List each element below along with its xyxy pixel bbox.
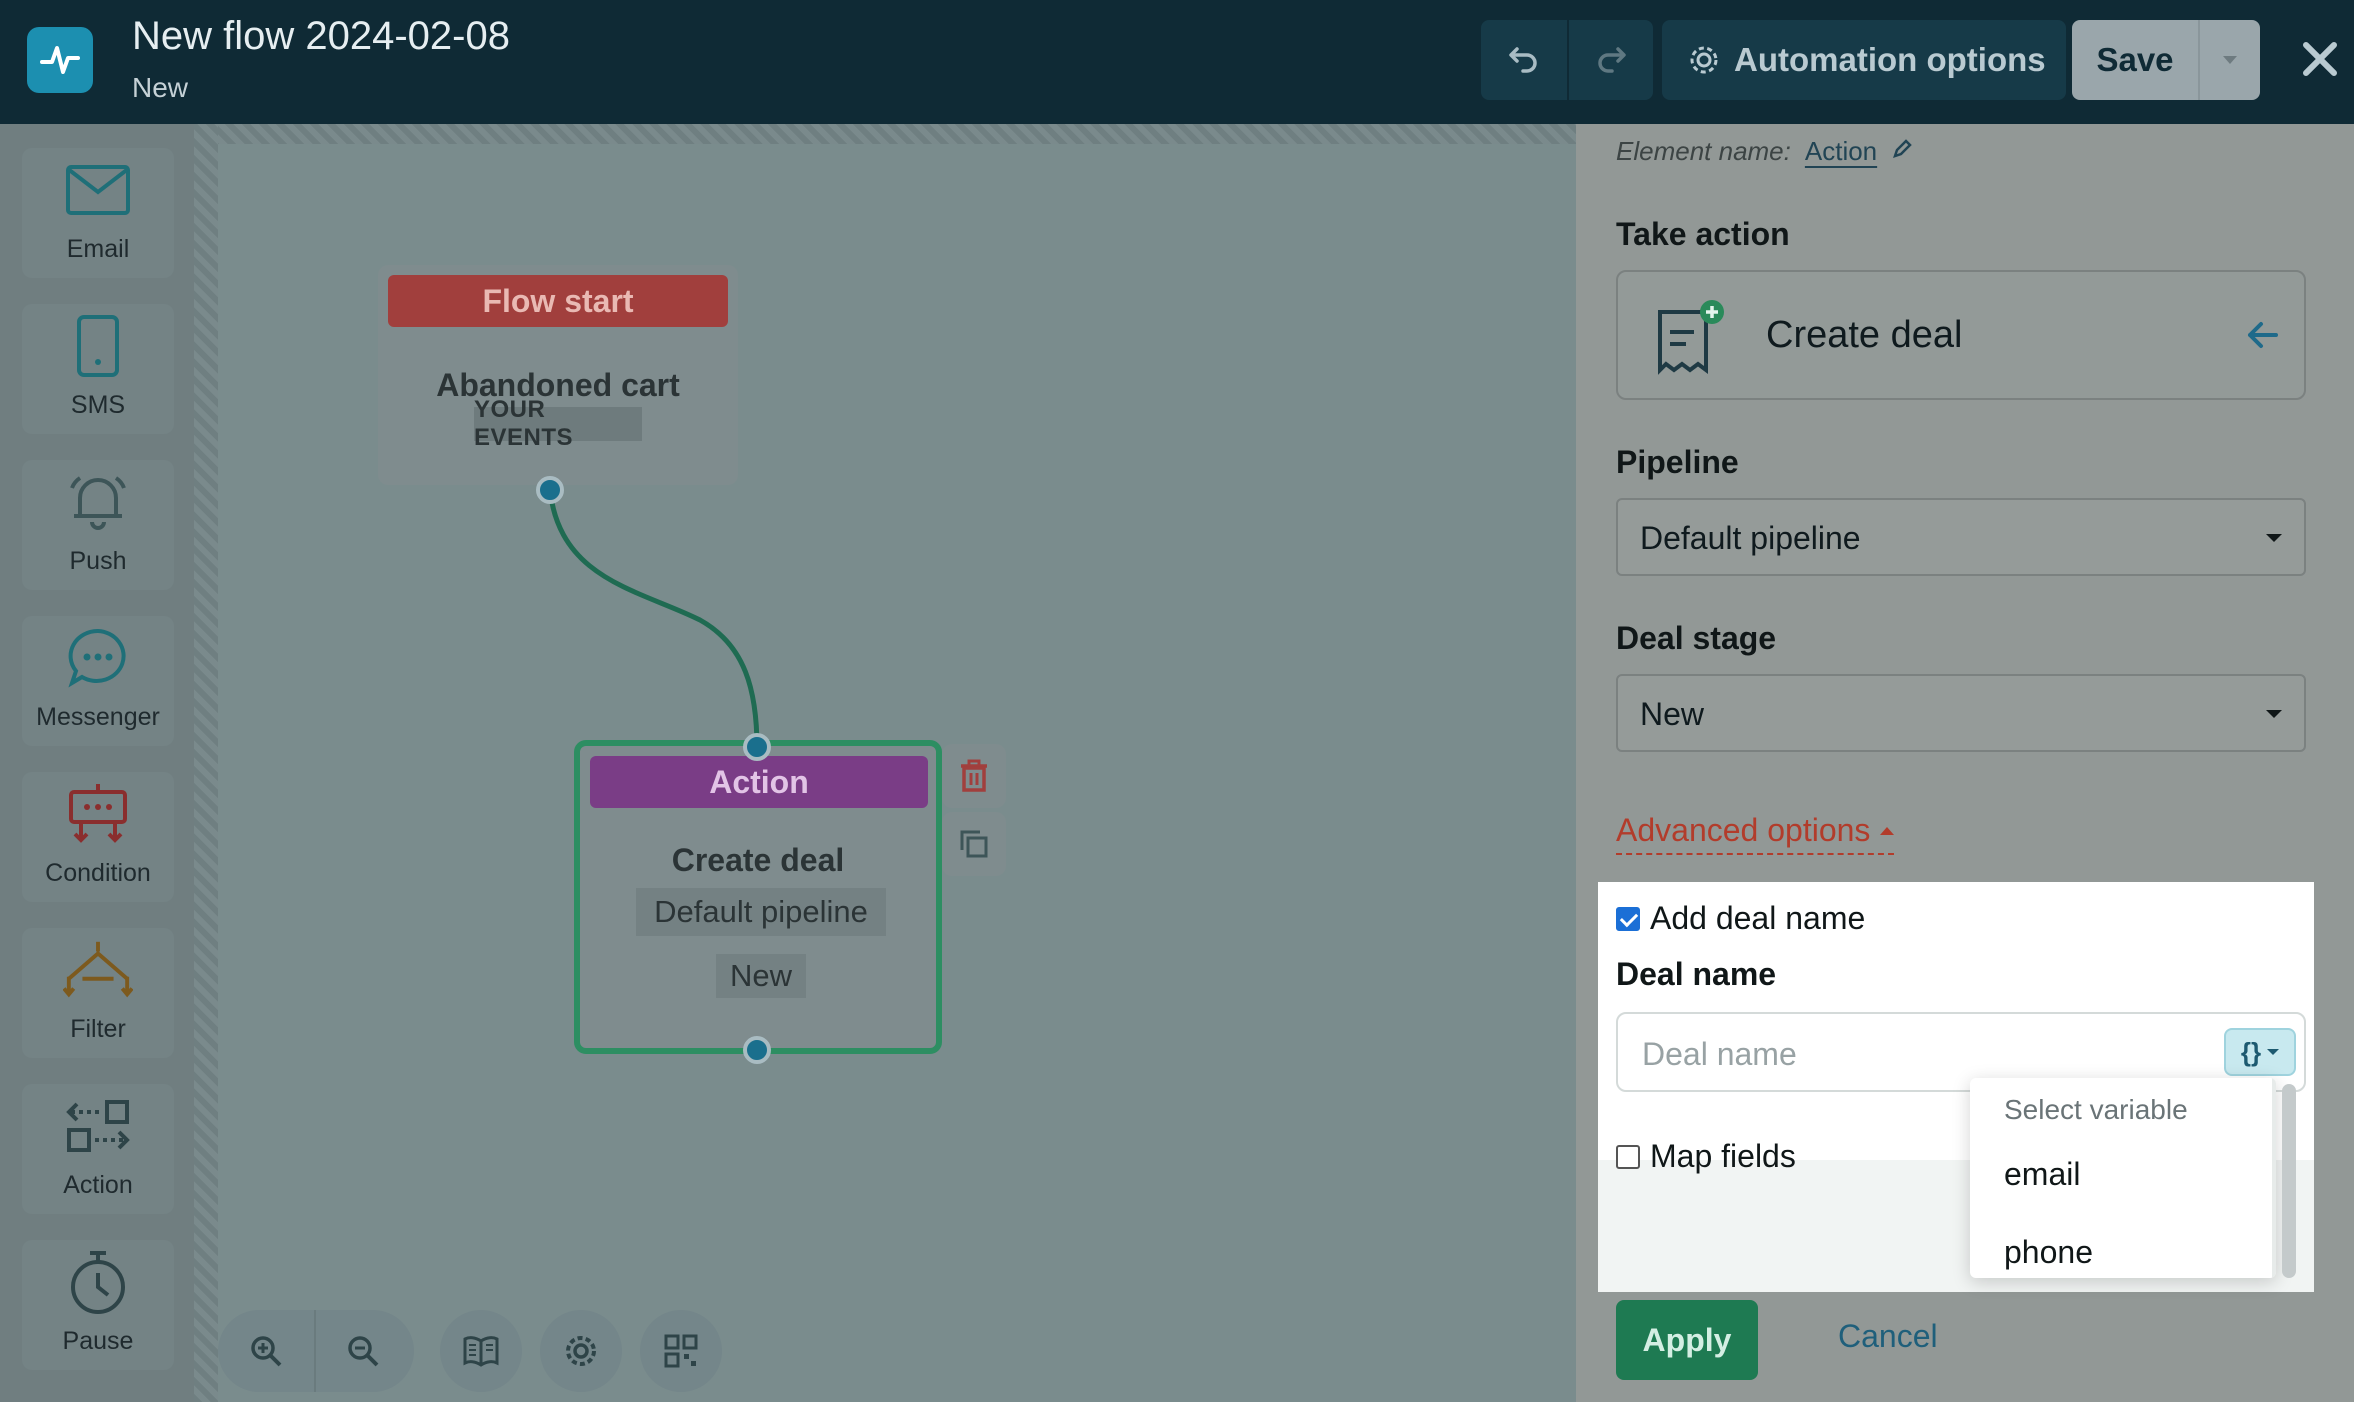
zoom-in-icon: [251, 1336, 282, 1367]
arrow-left-icon: [2248, 322, 2278, 348]
variable-option-email[interactable]: email: [2004, 1156, 2080, 1193]
event-tag: YOUR EVENTS: [474, 396, 642, 451]
cancel-button[interactable]: Cancel: [1838, 1318, 1938, 1355]
input-port[interactable]: [743, 733, 771, 761]
variable-braces-icon: {}: [2240, 1036, 2262, 1067]
deal-stage-label: Deal stage: [1616, 620, 1777, 656]
pipeline-label: Pipeline: [1616, 444, 1739, 480]
canvas-settings-button[interactable]: [540, 1310, 622, 1392]
add-deal-name-checkbox[interactable]: [1616, 906, 1640, 931]
gear-icon: [566, 1336, 596, 1366]
map-fields-row: Map fields: [1616, 1138, 1796, 1175]
zoom-in-button[interactable]: [218, 1310, 314, 1392]
pipeline-select-value: Default pipeline: [1640, 520, 1861, 556]
chevron-down-icon: [2267, 1049, 2280, 1055]
menu-scrollbar[interactable]: [2282, 1084, 2296, 1278]
create-deal-icon: [1658, 300, 1724, 375]
zoom-out-icon: [348, 1336, 379, 1367]
pipeline-chip: Default pipeline: [636, 888, 886, 936]
duplicate-node-button[interactable]: [942, 812, 1006, 876]
grid-icon: [664, 1334, 698, 1368]
variable-menu-header: Select variable: [2004, 1094, 2188, 1125]
deal-stage-select-value: New: [1640, 696, 1705, 732]
minimap-button[interactable]: [640, 1310, 722, 1392]
stage-chip: New: [716, 954, 806, 998]
output-port[interactable]: [536, 476, 564, 504]
chevron-down-icon: [2266, 710, 2282, 718]
variable-dropdown-menu: Select variable email phone: [1970, 1078, 2276, 1278]
delete-node-button[interactable]: [942, 744, 1006, 808]
guide-button[interactable]: [440, 1310, 522, 1392]
node-header: Action: [590, 756, 928, 808]
action-card-text: Create deal: [1766, 314, 1963, 356]
take-action-label: Take action: [1616, 216, 1790, 252]
change-action-button[interactable]: [2238, 310, 2288, 360]
trash-icon: [961, 759, 987, 792]
flow-start-node[interactable]: Flow start Abandoned cart YOUR EVENTS: [378, 265, 738, 485]
chevron-down-icon: [2266, 534, 2282, 542]
deal-name-input[interactable]: [1642, 1034, 2212, 1074]
action-node[interactable]: Action Create deal Default pipeline New: [574, 740, 942, 1054]
apply-button[interactable]: Apply: [1616, 1300, 1758, 1380]
output-port[interactable]: [743, 1036, 771, 1064]
map-fields-checkbox[interactable]: [1616, 1144, 1640, 1169]
node-title: Create deal: [671, 842, 845, 878]
copy-icon: [960, 830, 988, 858]
deal-stage-select[interactable]: New: [1616, 674, 2306, 752]
insert-variable-button[interactable]: {}: [2224, 1028, 2296, 1076]
selected-action-card[interactable]: Create deal: [1616, 270, 2306, 400]
variable-option-phone[interactable]: phone: [2004, 1234, 2093, 1271]
menu-scrollbar-track: [2272, 1078, 2276, 1278]
edit-pencil-icon[interactable]: [1891, 138, 1913, 160]
pipeline-select[interactable]: Default pipeline: [1616, 498, 2306, 576]
advanced-options-label: Advanced options: [1616, 812, 1871, 848]
zoom-controls: [218, 1310, 414, 1392]
map-fields-label[interactable]: Map fields: [1650, 1138, 1796, 1175]
advanced-options-toggle[interactable]: Advanced options: [1616, 812, 1895, 855]
node-header: Flow start: [388, 275, 728, 327]
zoom-out-button[interactable]: [314, 1310, 410, 1392]
element-name-row: Element name: Action: [1616, 136, 1913, 167]
add-deal-name-label[interactable]: Add deal name: [1650, 900, 1865, 937]
element-name-value[interactable]: Action: [1805, 136, 1877, 167]
deal-name-label: Deal name: [1616, 956, 1777, 992]
caret-up-icon: [1880, 826, 1895, 835]
add-deal-name-row: Add deal name: [1616, 900, 1865, 937]
book-icon: [463, 1336, 499, 1367]
element-name-label: Element name:: [1616, 136, 1791, 166]
